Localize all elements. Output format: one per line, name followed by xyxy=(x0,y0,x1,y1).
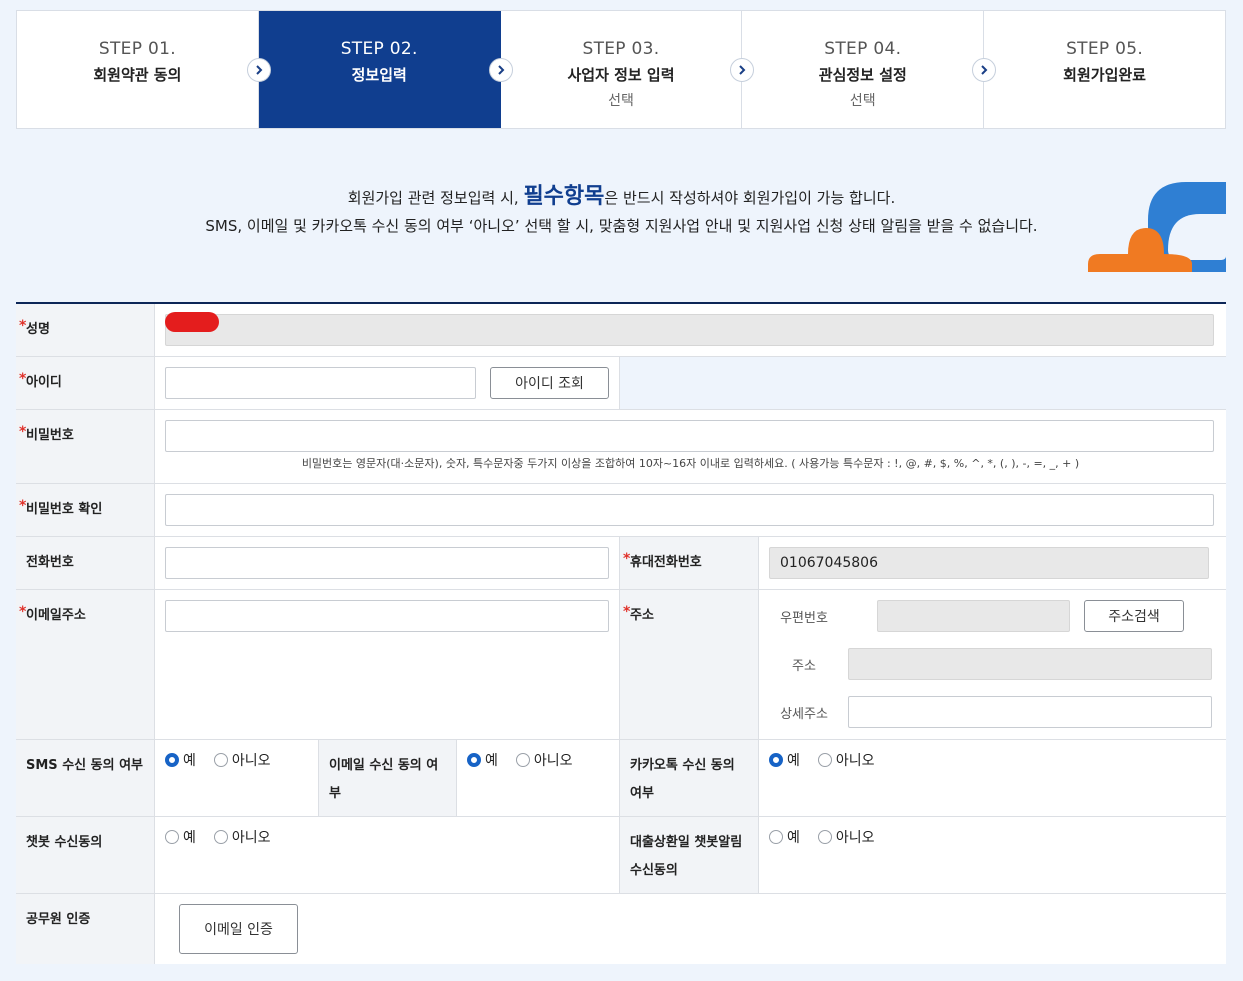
row-password-confirm: 비밀번호 확인 xyxy=(16,484,1226,537)
chevron-right-icon xyxy=(488,58,513,82)
email-input[interactable] xyxy=(165,600,609,632)
row-name: 성명 xyxy=(16,304,1226,357)
email-yes-radio[interactable]: 예 xyxy=(467,750,498,770)
mobile-field: 01067045806 xyxy=(769,547,1209,579)
redaction-mark xyxy=(165,312,219,332)
sms-yes-radio[interactable]: 예 xyxy=(165,750,196,770)
step-4: STEP 04. 관심정보 설정 선택 xyxy=(742,11,997,128)
kakao-yes-radio[interactable]: 예 xyxy=(769,750,800,770)
step-1: STEP 01. 회원약관 동의 xyxy=(17,11,271,128)
email-verify-button[interactable]: 이메일 인증 xyxy=(179,904,298,954)
step-number: STEP 05. xyxy=(1066,39,1144,59)
step-number: STEP 02. xyxy=(340,39,418,59)
zipcode-label: 우편번호 xyxy=(780,610,828,626)
step-sub: 선택 xyxy=(849,93,876,109)
password-hint: 비밀번호는 영문자(대·소문자), 숫자, 특수문자중 두가지 이상을 조합하여… xyxy=(301,457,1080,470)
email-consent-label: 이메일 수신 동의 여부 xyxy=(318,740,457,816)
mobile-label: 휴대전화번호 xyxy=(620,537,759,589)
zipcode-field xyxy=(877,600,1070,632)
notice-line-2: SMS, 이메일 및 카카오톡 수신 동의 여부 ‘아니오’ 선택 할 시, 맞… xyxy=(205,217,1038,235)
chatbot-yes-radio[interactable]: 예 xyxy=(165,827,196,847)
phone-input[interactable] xyxy=(165,547,609,579)
chevron-right-icon xyxy=(972,58,997,82)
email-label: 이메일주소 xyxy=(16,590,155,739)
step-title: 사업자 정보 입력 xyxy=(567,66,675,84)
chevron-right-icon xyxy=(246,58,271,82)
loan-chatbot-yes-radio[interactable]: 예 xyxy=(769,827,800,847)
notice-line-1: 회원가입 관련 정보입력 시, 필수항목은 반드시 작성하셔야 회원가입이 가능… xyxy=(347,184,896,209)
chatbot-consent-label: 챗봇 수신동의 xyxy=(16,817,155,893)
row-consent: SMS 수신 동의 여부 예 아니오 이메일 수신 동의 여부 예 아니오 카카… xyxy=(16,740,1226,817)
signup-form: 성명 아이디 아이디 조회 비밀번호 비밀번호는 영문자(대·소문자), 숫자,… xyxy=(16,302,1226,964)
step-number: STEP 04. xyxy=(824,39,902,59)
id-check-button[interactable]: 아이디 조회 xyxy=(490,367,609,399)
loan-chatbot-consent-radios: 예 아니오 xyxy=(769,827,1216,847)
step-sub: 선택 xyxy=(608,93,634,109)
row-id: 아이디 아이디 조회 xyxy=(16,357,1226,410)
step-number: STEP 01. xyxy=(98,39,176,59)
address-detail-label: 상세주소 xyxy=(780,706,828,722)
password-input[interactable] xyxy=(165,420,1214,452)
notice: 회원가입 관련 정보입력 시, 필수항목은 반드시 작성하셔야 회원가입이 가능… xyxy=(0,182,1243,239)
chatbot-consent-radios: 예 아니오 xyxy=(165,827,609,847)
id-input[interactable] xyxy=(165,367,476,399)
address-label: 주소 xyxy=(620,590,759,739)
row-phone: 전화번호 휴대전화번호 01067045806 xyxy=(16,537,1226,590)
address-field xyxy=(848,648,1212,680)
address-search-button[interactable]: 주소검색 xyxy=(1084,600,1184,632)
address-sub-label: 주소 xyxy=(792,658,816,674)
address-detail-input[interactable] xyxy=(848,696,1212,728)
row-official: 공무원 인증 이메일 인증 xyxy=(16,894,1226,964)
loan-chatbot-consent-label: 대출상환일 챗봇알림 수신동의 xyxy=(620,817,759,893)
name-label: 성명 xyxy=(16,304,155,356)
step-title: 정보입력 xyxy=(351,66,407,84)
step-number: STEP 03. xyxy=(582,39,660,59)
sms-no-radio[interactable]: 아니오 xyxy=(213,750,271,770)
name-field xyxy=(165,314,1214,346)
kakao-no-radio[interactable]: 아니오 xyxy=(817,750,875,770)
row-email-address: 이메일주소 주소 우편번호 주소검색 주소 상세주소 xyxy=(16,590,1226,740)
row-chatbot: 챗봇 수신동의 예 아니오 대출상환일 챗봇알림 수신동의 예 아니오 xyxy=(16,817,1226,894)
kakao-consent-label: 카카오톡 수신 동의 여부 xyxy=(620,740,759,816)
phone-label: 전화번호 xyxy=(16,537,155,589)
password-label: 비밀번호 xyxy=(16,410,155,483)
row-password: 비밀번호 비밀번호는 영문자(대·소문자), 숫자, 특수문자중 두가지 이상을… xyxy=(16,410,1226,484)
id-label: 아이디 xyxy=(16,357,155,409)
password-confirm-input[interactable] xyxy=(165,494,1214,526)
kakao-consent-radios: 예 아니오 xyxy=(769,750,1216,770)
email-consent-radios: 예 아니오 xyxy=(467,750,609,770)
step-3: STEP 03. 사업자 정보 입력 선택 xyxy=(501,11,755,128)
email-no-radio[interactable]: 아니오 xyxy=(515,750,573,770)
step-progress: STEP 01. 회원약관 동의 STEP 02. 정보입력 STEP 03. … xyxy=(16,10,1226,129)
step-title: 회원약관 동의 xyxy=(93,66,182,84)
required-emphasis: 필수항목 xyxy=(523,184,605,209)
sms-consent-label: SMS 수신 동의 여부 xyxy=(16,740,155,816)
loan-chatbot-no-radio[interactable]: 아니오 xyxy=(817,827,875,847)
chatbot-no-radio[interactable]: 아니오 xyxy=(213,827,271,847)
step-2: STEP 02. 정보입력 xyxy=(258,11,513,128)
step-5: STEP 05. 회원가입완료 xyxy=(984,11,1225,128)
step-title: 회원가입완료 xyxy=(1063,66,1146,84)
decoration-illustration-icon xyxy=(1088,182,1226,272)
official-verify-label: 공무원 인증 xyxy=(16,894,155,964)
sms-consent-radios: 예 아니오 xyxy=(165,750,308,770)
step-title: 관심정보 설정 xyxy=(818,66,907,84)
password-confirm-label: 비밀번호 확인 xyxy=(16,484,155,536)
